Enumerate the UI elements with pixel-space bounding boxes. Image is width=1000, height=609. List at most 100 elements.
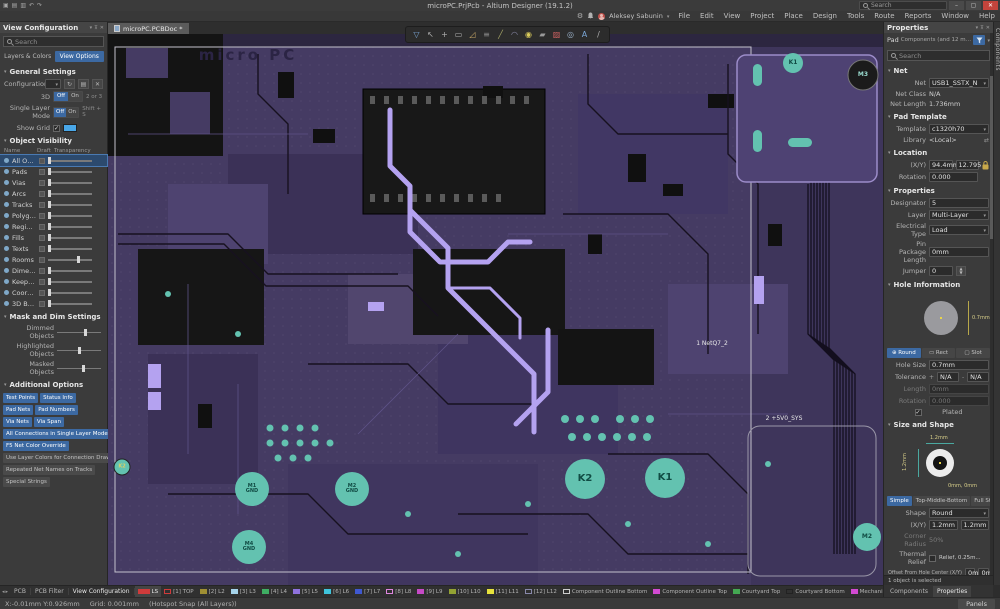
- slider-thumb[interactable]: [48, 212, 51, 219]
- slider-thumb[interactable]: [48, 201, 51, 208]
- transparency-slider[interactable]: [48, 289, 92, 296]
- settings-gear-icon[interactable]: ⚙: [577, 12, 583, 20]
- side-tab-components[interactable]: Components: [994, 28, 1000, 71]
- draft-checkbox[interactable]: [39, 279, 45, 285]
- slider-thumb[interactable]: [77, 256, 80, 263]
- menu-reports[interactable]: Reports: [900, 12, 937, 20]
- layer-tab--8-l8[interactable]: [8] L8: [383, 586, 414, 598]
- open-icon[interactable]: ▥: [20, 2, 26, 9]
- menu-window[interactable]: Window: [936, 12, 974, 20]
- save-icon[interactable]: ▤: [12, 2, 18, 9]
- menu-project[interactable]: Project: [745, 12, 779, 20]
- toggle-off[interactable]: Off: [54, 108, 66, 117]
- pcb-canvas[interactable]: micro PC K2 K1 M1 GND M2 GND M4 GND K2 K…: [108, 34, 883, 585]
- toggle-on[interactable]: On: [68, 92, 82, 101]
- close-button[interactable]: ✕: [983, 1, 998, 10]
- panel-tab-view-configuration[interactable]: View Configuration: [69, 588, 135, 595]
- panel-pin-icon[interactable]: ⊼: [94, 25, 98, 31]
- transparency-slider[interactable]: [48, 157, 92, 164]
- size-tab-top-middle-bottom[interactable]: Top-Middle-Bottom: [913, 496, 970, 506]
- footer-tab-components[interactable]: Components: [886, 586, 932, 597]
- draft-checkbox[interactable]: [39, 257, 45, 263]
- size-tab-simple[interactable]: Simple: [887, 496, 912, 506]
- object-visibility-row[interactable]: Coordinates: [0, 287, 107, 298]
- object-visibility-row[interactable]: Polygons: [0, 210, 107, 221]
- line-icon[interactable]: ╱: [494, 28, 507, 41]
- transparency-slider[interactable]: [48, 212, 92, 219]
- 3d-toggle[interactable]: OffOn: [53, 91, 83, 102]
- section-size-and-shape[interactable]: Size and Shape: [884, 417, 993, 431]
- slider-thumb[interactable]: [82, 365, 85, 372]
- hole-shape-slot-button[interactable]: ▢ Slot: [956, 348, 990, 358]
- draw-line-icon[interactable]: /: [592, 28, 605, 41]
- panel-dropdown-icon[interactable]: ▾: [90, 25, 93, 31]
- section-pad-template[interactable]: Pad Template: [884, 109, 993, 123]
- lock-icon[interactable]: [982, 161, 989, 170]
- panels-button[interactable]: Panels: [958, 599, 995, 609]
- select-rect-icon[interactable]: ▭: [452, 28, 465, 41]
- measure-icon[interactable]: ◿: [466, 28, 479, 41]
- location-y-input[interactable]: 12.795: [956, 160, 980, 170]
- offset-x-input[interactable]: 0mm: [965, 568, 976, 575]
- layer-tab--3-l3[interactable]: [3] L3: [228, 586, 259, 598]
- layer-tab-component-outline-bottom[interactable]: Component Outline Bottom: [560, 586, 651, 598]
- cursor-icon[interactable]: ↖: [424, 28, 437, 41]
- layer-tab--5-l5[interactable]: [5] L5: [290, 586, 321, 598]
- net-dropdown[interactable]: USB1_SSTX_N: [929, 78, 989, 88]
- template-dropdown[interactable]: c1320h70: [929, 124, 989, 134]
- slider-thumb[interactable]: [48, 300, 51, 307]
- user-menu-chevron-icon[interactable]: [667, 12, 670, 20]
- grid-color-swatch[interactable]: [63, 124, 77, 132]
- slider-thumb[interactable]: [78, 347, 81, 354]
- filter-icon[interactable]: ▽: [410, 28, 423, 41]
- shape-dropdown[interactable]: Round: [929, 508, 989, 518]
- hole-size-input[interactable]: 0.7mm: [929, 360, 989, 370]
- pad-nets-button[interactable]: Pad Nets: [3, 405, 33, 415]
- special-strings-button[interactable]: Special Strings: [3, 477, 50, 487]
- layer-tab--9-l9[interactable]: [9] L9: [414, 586, 445, 598]
- transparency-slider[interactable]: [48, 245, 92, 252]
- notifications-bell-icon[interactable]: [587, 12, 594, 20]
- section-net[interactable]: Net: [884, 63, 993, 77]
- filter-funnel-icon[interactable]: [973, 35, 985, 45]
- draft-checkbox[interactable]: [39, 268, 45, 274]
- slider-thumb[interactable]: [48, 168, 51, 175]
- draft-checkbox[interactable]: [39, 169, 45, 175]
- slider-thumb[interactable]: [48, 234, 51, 241]
- move-icon[interactable]: +: [438, 28, 451, 41]
- object-visibility-row[interactable]: Arcs: [0, 188, 107, 199]
- object-visibility-row[interactable]: Dimensions: [0, 265, 107, 276]
- panel-close-icon[interactable]: ✕: [100, 25, 104, 31]
- slider-thumb[interactable]: [48, 267, 51, 274]
- test-points-button[interactable]: Test Points: [3, 393, 38, 403]
- library-link-icon[interactable]: ⇄: [984, 137, 989, 144]
- hole-shape-round-button[interactable]: ⊕ Round: [887, 348, 921, 358]
- menu-file[interactable]: File: [673, 12, 695, 20]
- dimmed-objects-slider[interactable]: [57, 329, 101, 336]
- layer-tab--11-l11[interactable]: [11] L11: [484, 586, 522, 598]
- menu-design[interactable]: Design: [808, 12, 842, 20]
- menu-route[interactable]: Route: [869, 12, 899, 20]
- document-tab[interactable]: microPC.PCBDoc *: [108, 23, 189, 34]
- thermal-relief-checkbox[interactable]: [929, 555, 936, 562]
- layers-icon[interactable]: ≡: [480, 28, 493, 41]
- slider-thumb[interactable]: [48, 278, 51, 285]
- panel-search-input[interactable]: Search: [3, 36, 104, 47]
- f5-net-color-override-button[interactable]: F5 Net Color Override: [3, 441, 69, 451]
- section-hole-information[interactable]: Hole Information: [884, 277, 993, 291]
- status-info-button[interactable]: Status Info: [40, 393, 76, 403]
- size-y-input[interactable]: 1.2mm: [961, 520, 990, 530]
- transparency-slider[interactable]: [48, 168, 92, 175]
- jumper-input[interactable]: 0: [929, 266, 953, 276]
- panel-tab-pcb-filter[interactable]: PCB Filter: [31, 588, 69, 595]
- object-visibility-row[interactable]: Regions: [0, 221, 107, 232]
- tab-layers-colors[interactable]: Layers & Colors: [3, 51, 53, 62]
- slider-thumb[interactable]: [48, 190, 51, 197]
- save-config-icon[interactable]: ▤: [78, 79, 89, 89]
- single-layer-mode-toggle[interactable]: OffOn: [53, 107, 79, 118]
- pin-package-length-input[interactable]: 0mm: [929, 247, 989, 257]
- menu-view[interactable]: View: [719, 12, 746, 20]
- draft-checkbox[interactable]: [39, 290, 45, 296]
- size-x-input[interactable]: 1.2mm: [929, 520, 958, 530]
- transparency-slider[interactable]: [48, 300, 92, 307]
